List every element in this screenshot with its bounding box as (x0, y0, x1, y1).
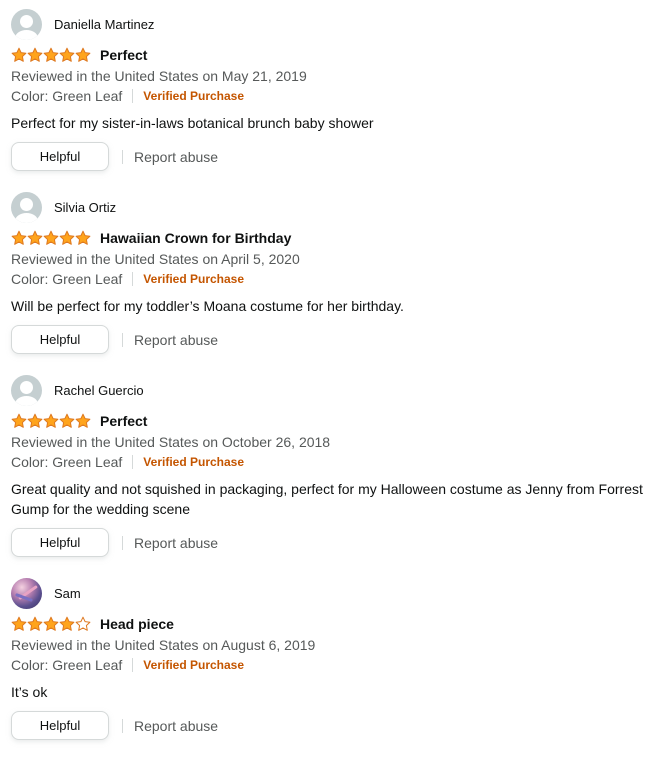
report-abuse-link[interactable]: Report abuse (134, 535, 218, 551)
verified-purchase-badge[interactable]: Verified Purchase (143, 270, 244, 288)
review-card: Sam Head piece Reviewed in the United St… (11, 577, 666, 740)
report-abuse-link[interactable]: Report abuse (134, 149, 218, 165)
review-title[interactable]: Perfect (100, 413, 147, 429)
star-filled-icon (27, 230, 43, 245)
review-card: Rachel Guercio Perfect Reviewed in the U… (11, 374, 666, 557)
verified-purchase-badge[interactable]: Verified Purchase (143, 87, 244, 105)
reviewer-profile[interactable]: Silvia Ortiz (11, 191, 666, 223)
report-abuse-link[interactable]: Report abuse (134, 718, 218, 734)
reviewer-profile[interactable]: Rachel Guercio (11, 374, 666, 406)
star-filled-icon (59, 230, 75, 245)
reviewer-name[interactable]: Silvia Ortiz (54, 200, 116, 215)
review-card: Daniella Martinez Perfect Reviewed in th… (11, 8, 666, 171)
star-filled-icon (27, 47, 43, 62)
review-body: Perfect for my sister-in-laws botanical … (11, 115, 374, 131)
helpful-button[interactable]: Helpful (11, 711, 109, 740)
variant-label[interactable]: Color: Green Leaf (11, 656, 122, 674)
review-card: Silvia Ortiz Hawaiian Crown for Birthday… (11, 191, 666, 354)
star-filled-icon (11, 413, 27, 428)
star-rating[interactable] (11, 616, 91, 632)
reviewer-profile[interactable]: Sam (11, 577, 666, 609)
star-filled-icon (43, 230, 59, 245)
divider (132, 89, 134, 103)
reviewer-name[interactable]: Sam (54, 586, 81, 601)
review-date: Reviewed in the United States on April 5… (11, 251, 300, 267)
verified-purchase-badge[interactable]: Verified Purchase (143, 656, 244, 674)
review-title[interactable]: Hawaiian Crown for Birthday (100, 230, 291, 246)
star-filled-icon (59, 47, 75, 62)
reviewer-name[interactable]: Rachel Guercio (54, 383, 144, 398)
star-rating[interactable] (11, 47, 91, 63)
variant-label[interactable]: Color: Green Leaf (11, 270, 122, 288)
divider (122, 535, 123, 550)
helpful-button[interactable]: Helpful (11, 142, 109, 171)
reviewer-profile[interactable]: Daniella Martinez (11, 8, 666, 40)
report-abuse-link[interactable]: Report abuse (134, 332, 218, 348)
review-title[interactable]: Head piece (100, 616, 174, 632)
default-avatar-icon (11, 191, 42, 223)
star-filled-icon (27, 413, 43, 428)
star-filled-icon (59, 413, 75, 428)
variant-label[interactable]: Color: Green Leaf (11, 453, 122, 471)
reviewer-name[interactable]: Daniella Martinez (54, 17, 154, 32)
divider (122, 718, 123, 733)
star-filled-icon (43, 616, 59, 631)
helpful-button[interactable]: Helpful (11, 325, 109, 354)
review-date: Reviewed in the United States on August … (11, 637, 316, 653)
star-filled-icon (43, 413, 59, 428)
default-avatar-icon (11, 8, 42, 40)
divider (132, 455, 134, 469)
divider (122, 149, 123, 164)
review-date: Reviewed in the United States on October… (11, 434, 331, 450)
variant-label[interactable]: Color: Green Leaf (11, 87, 122, 105)
divider (132, 272, 134, 286)
photo-avatar (11, 577, 42, 609)
star-filled-icon (75, 47, 91, 62)
star-rating[interactable] (11, 230, 91, 246)
review-body: Will be perfect for my toddler’s Moana c… (11, 298, 404, 314)
review-body: Great quality and not squished in packag… (11, 481, 643, 517)
divider (122, 332, 123, 347)
review-date: Reviewed in the United States on May 21,… (11, 68, 307, 84)
star-filled-icon (75, 413, 91, 428)
star-filled-icon (59, 616, 75, 631)
default-avatar-icon (11, 374, 42, 406)
star-filled-icon (27, 616, 43, 631)
star-rating[interactable] (11, 413, 91, 429)
helpful-button[interactable]: Helpful (11, 528, 109, 557)
verified-purchase-badge[interactable]: Verified Purchase (143, 453, 244, 471)
star-filled-icon (11, 230, 27, 245)
star-filled-icon (11, 47, 27, 62)
star-filled-icon (43, 47, 59, 62)
review-body: It’s ok (11, 684, 48, 700)
divider (132, 658, 134, 672)
review-title[interactable]: Perfect (100, 47, 147, 63)
star-filled-icon (75, 230, 91, 245)
star-empty-icon (75, 616, 91, 631)
star-filled-icon (11, 616, 27, 631)
